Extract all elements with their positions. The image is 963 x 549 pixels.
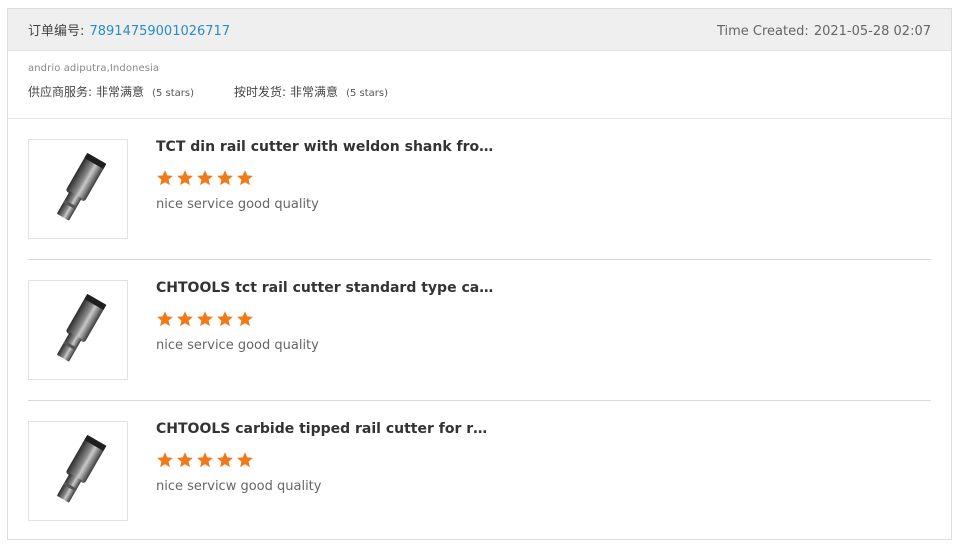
star-icon	[197, 452, 213, 468]
star-icon	[177, 311, 193, 327]
star-icon	[197, 311, 213, 327]
supplier-service-rating: 供应商服务: 非常满意 (5 stars)	[28, 83, 194, 100]
star-icon	[217, 311, 233, 327]
product-info: TCT din rail cutter with weldon shank fr…	[156, 139, 496, 259]
supplier-service-stars: (5 stars)	[152, 88, 194, 99]
review-meta: andrio adiputra,Indonesia 供应商服务: 非常满意 (5…	[8, 51, 951, 119]
star-icon	[157, 452, 173, 468]
rail-cutter-icon	[57, 434, 107, 503]
star-icon	[177, 452, 193, 468]
on-time-shipping-stars: (5 stars)	[346, 88, 388, 99]
product-review-item: TCT din rail cutter with weldon shank fr…	[28, 119, 931, 260]
star-icon	[197, 170, 213, 186]
time-created-value: 2021-05-28 02:07	[813, 24, 931, 39]
star-icon	[237, 170, 253, 186]
product-review-comment: nice service good quality	[156, 197, 319, 212]
order-number-label: 订单编号:	[28, 24, 85, 39]
star-icon	[217, 452, 233, 468]
time-created-label: Time Created:	[716, 24, 809, 39]
store-ratings: 供应商服务: 非常满意 (5 stars) 按时发货: 非常满意 (5 star…	[28, 83, 931, 100]
order-number-link[interactable]: 78914759001026717	[89, 24, 230, 39]
order-id-group: 订单编号: 78914759001026717	[28, 20, 230, 39]
time-created-group: Time Created: 2021-05-28 02:07	[717, 20, 931, 39]
product-review-item: CHTOOLS carbide tipped rail cutter for r…	[28, 401, 931, 542]
rail-cutter-icon	[57, 293, 107, 362]
product-star-rating	[156, 169, 496, 187]
product-title-link[interactable]: TCT din rail cutter with weldon shank fr…	[156, 139, 496, 156]
order-review-card: 订单编号: 78914759001026717 Time Created: 20…	[7, 8, 952, 540]
star-icon	[217, 170, 233, 186]
star-icon	[237, 311, 253, 327]
on-time-shipping-value: 非常满意	[290, 85, 339, 99]
buyer-name-country: andrio adiputra,Indonesia	[28, 63, 160, 74]
product-thumbnail[interactable]	[28, 421, 128, 521]
star-icon	[157, 170, 173, 186]
product-thumbnail[interactable]	[28, 139, 128, 239]
order-header: 订单编号: 78914759001026717 Time Created: 20…	[8, 9, 951, 51]
product-star-rating	[156, 310, 496, 328]
product-star-rating	[156, 451, 496, 469]
product-title-link[interactable]: CHTOOLS carbide tipped rail cutter for r…	[156, 421, 496, 438]
product-thumbnail[interactable]	[28, 280, 128, 380]
product-info: CHTOOLS tct rail cutter standard type ca…	[156, 280, 496, 400]
product-review-list: TCT din rail cutter with weldon shank fr…	[8, 119, 951, 542]
product-info: CHTOOLS carbide tipped rail cutter for r…	[156, 421, 496, 542]
star-icon	[237, 452, 253, 468]
star-icon	[177, 170, 193, 186]
product-review-comment: nice service good quality	[156, 338, 319, 353]
product-review-item: CHTOOLS tct rail cutter standard type ca…	[28, 260, 931, 401]
on-time-shipping-rating: 按时发货: 非常满意 (5 stars)	[234, 83, 388, 100]
star-icon	[157, 311, 173, 327]
supplier-service-value: 非常满意	[96, 85, 145, 99]
on-time-shipping-label: 按时发货:	[234, 85, 287, 99]
product-review-comment: nice servicw good quality	[156, 479, 322, 494]
product-title-link[interactable]: CHTOOLS tct rail cutter standard type ca…	[156, 280, 496, 297]
rail-cutter-icon	[57, 152, 107, 221]
supplier-service-label: 供应商服务:	[28, 85, 93, 99]
